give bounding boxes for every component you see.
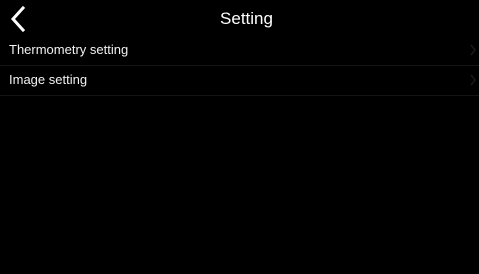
menu-item-image-setting[interactable]: Image setting — [0, 66, 479, 96]
settings-menu: Thermometry setting Image setting — [0, 36, 479, 96]
menu-item-thermometry-setting[interactable]: Thermometry setting — [0, 36, 479, 66]
settings-screen: Setting Thermometry setting Image settin… — [0, 0, 479, 274]
menu-item-label: Image setting — [9, 72, 88, 87]
chevron-right-icon — [470, 74, 476, 86]
header-bar: Setting — [0, 0, 479, 36]
chevron-right-icon — [470, 44, 476, 56]
menu-item-label: Thermometry setting — [9, 42, 129, 57]
page-title: Setting — [220, 9, 273, 28]
